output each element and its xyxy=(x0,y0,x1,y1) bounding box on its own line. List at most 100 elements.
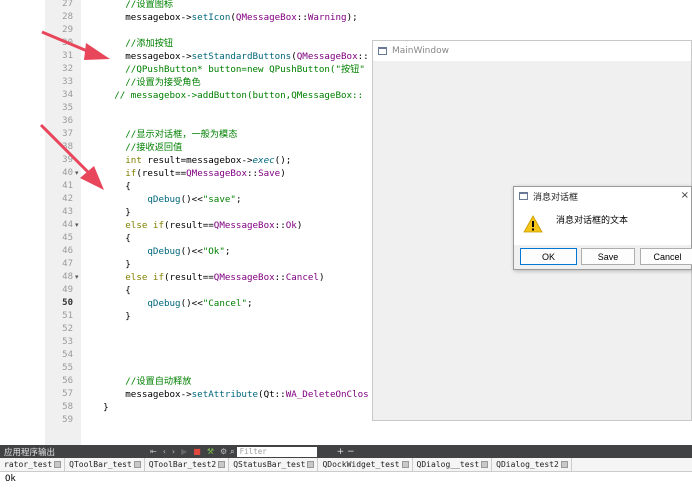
message-box-dialog[interactable]: 消息对话框 × 消息对话框的文本 OK Save Cancel xyxy=(513,186,692,270)
code-line: } xyxy=(81,258,131,271)
fold-marker-icon[interactable]: ▾ xyxy=(75,219,79,232)
code-token: QMessageBox xyxy=(235,12,297,23)
code-token: } xyxy=(81,207,131,218)
code-token: if xyxy=(125,168,137,179)
code-token: setAttribute xyxy=(191,389,259,400)
code-token: messagebox-> xyxy=(81,12,192,23)
code-token: //添加按钮 xyxy=(125,38,174,49)
line-number: 52 xyxy=(62,324,73,334)
code-line: qDebug()<<"Ok"; xyxy=(81,245,230,258)
code-line: } xyxy=(81,206,131,219)
output-tab[interactable]: QToolBar_test xyxy=(65,458,145,471)
output-tab-label: QToolBar_test2 xyxy=(148,460,217,469)
code-token: } xyxy=(81,259,131,270)
line-number: 59 xyxy=(62,415,73,425)
line-number: 34 xyxy=(62,90,73,100)
gear-icon[interactable]: ⚙ xyxy=(220,447,227,456)
code-token: else if xyxy=(125,272,164,283)
close-tab-icon[interactable] xyxy=(133,461,141,468)
code-token: { xyxy=(81,285,131,296)
output-tab[interactable]: QDialog_test2 xyxy=(492,458,572,471)
line-number: 55 xyxy=(62,363,73,373)
close-tab-icon[interactable] xyxy=(560,461,568,468)
output-tab[interactable]: QStatusBar_test xyxy=(229,458,319,471)
save-button[interactable]: Save xyxy=(581,248,635,265)
code-token: (result== xyxy=(164,272,214,283)
code-token: "Ok" xyxy=(202,246,225,257)
line-number: 49 xyxy=(62,285,73,295)
code-token: ()<< xyxy=(180,298,203,309)
wrap-icon[interactable]: ⇤ xyxy=(150,447,157,456)
message-box-titlebar[interactable]: 消息对话框 × xyxy=(514,187,691,205)
left-panel xyxy=(0,0,45,445)
close-tab-icon[interactable] xyxy=(307,461,315,468)
line-number: 28 xyxy=(62,12,73,22)
close-tab-icon[interactable] xyxy=(218,461,226,468)
line-number: 44 xyxy=(62,220,73,230)
output-tab-label: QToolBar_test xyxy=(69,460,132,469)
code-token: Cancel xyxy=(285,272,319,283)
code-token: //接收返回值 xyxy=(125,142,183,153)
ok-button[interactable]: OK xyxy=(520,248,577,265)
code-token: int xyxy=(125,155,142,166)
code-token: (result== xyxy=(136,168,187,179)
output-tabs: rator_test QToolBar_test QToolBar_test2 QSt… xyxy=(0,458,692,472)
output-tab-label: QDialog__test xyxy=(416,460,480,469)
line-number: 35 xyxy=(62,103,73,113)
code-token: ) xyxy=(296,220,303,231)
build-icon[interactable]: ⚒ xyxy=(207,447,214,456)
red-arrow-annotation-1 xyxy=(41,30,110,60)
code-token: ; xyxy=(224,246,231,257)
output-tab[interactable]: rator_test xyxy=(0,458,66,471)
line-number: 57 xyxy=(62,389,73,399)
output-tab-label: rator_test xyxy=(4,460,53,469)
code-line: // messagebox->addButton(button,QMessage… xyxy=(81,89,363,102)
fold-marker-icon[interactable]: ▾ xyxy=(75,271,79,284)
code-token: :: xyxy=(296,12,308,23)
code-token: (); xyxy=(274,155,292,166)
output-tab[interactable]: QDockWidget_test xyxy=(318,458,413,471)
code-token: Warning xyxy=(307,12,347,23)
output-tab[interactable]: QToolBar_test2 xyxy=(145,458,230,471)
close-tab-icon[interactable] xyxy=(54,461,62,468)
code-token: :: xyxy=(274,272,286,283)
code-line: } xyxy=(81,310,131,323)
close-tab-icon[interactable] xyxy=(401,461,409,468)
chevron-left-icon[interactable]: ‹ xyxy=(163,447,166,456)
line-number: 47 xyxy=(62,259,73,269)
code-line: { xyxy=(81,232,131,245)
window-icon xyxy=(378,47,387,55)
output-tab-label: QDockWidget_test xyxy=(322,460,400,469)
output-tab[interactable]: QDialog__test xyxy=(413,458,493,471)
output-text: Ok xyxy=(0,472,692,503)
code-token: ()<< xyxy=(180,194,203,205)
code-line: //设置自动释放 xyxy=(81,375,191,388)
code-line: //设置图标 xyxy=(81,0,173,11)
close-icon[interactable]: × xyxy=(681,190,689,201)
code-token: setStandardButtons xyxy=(191,51,292,62)
main-window-titlebar[interactable]: MainWindow xyxy=(373,41,691,61)
line-number: 48 xyxy=(62,272,73,282)
line-number: 58 xyxy=(62,402,73,412)
code-line: messagebox->setAttribute(Qt::WA_DeleteOn… xyxy=(81,388,368,401)
output-tab-label: QStatusBar_test xyxy=(233,460,306,469)
code-token: :: xyxy=(247,168,259,179)
cancel-button[interactable]: Cancel xyxy=(640,248,692,265)
run-icon[interactable]: ▶ xyxy=(181,447,187,456)
code-line: messagebox->setStandardButtons(QMessageB… xyxy=(81,50,368,63)
message-box-body: 消息对话框的文本 xyxy=(514,205,691,245)
chevron-right-icon[interactable]: › xyxy=(172,447,175,456)
line-number: 50 xyxy=(62,298,73,308)
line-number: 56 xyxy=(62,376,73,386)
line-number: 46 xyxy=(62,246,73,256)
stop-icon[interactable]: ■ xyxy=(193,447,201,456)
filter-input[interactable]: Filter xyxy=(236,446,317,457)
code-token: { xyxy=(81,233,131,244)
add-remove-controls[interactable]: + − xyxy=(337,447,355,457)
close-tab-icon[interactable] xyxy=(481,461,489,468)
code-token: ; xyxy=(247,298,253,309)
code-token: } xyxy=(81,311,131,322)
